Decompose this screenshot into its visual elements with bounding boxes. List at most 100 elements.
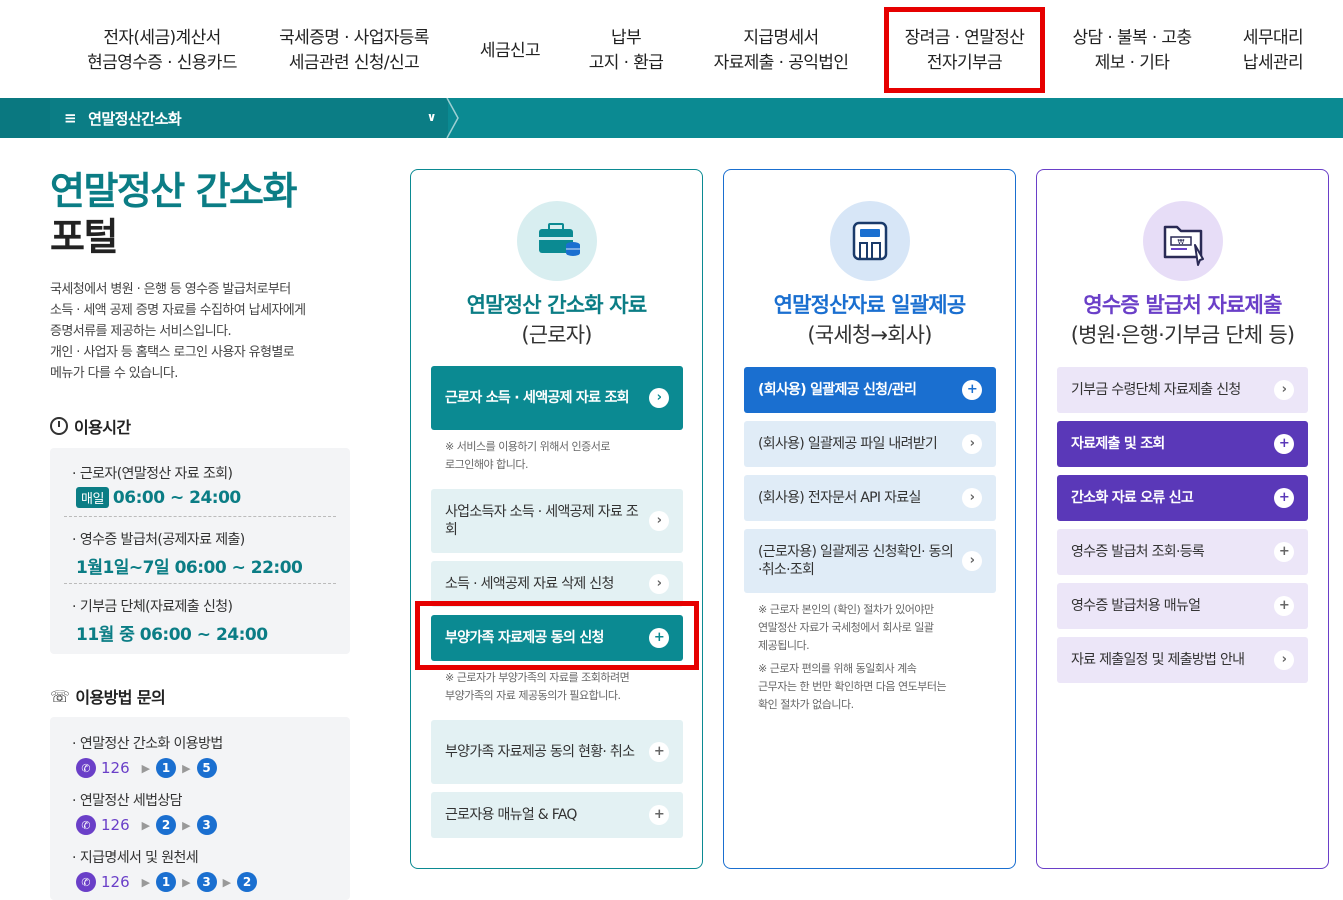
button-label: 소득 · 세액공제 자료 삭제 신청	[445, 576, 614, 592]
hours-value: 1월1일~7일 06:00 ~ 22:00	[76, 558, 303, 578]
menu-dropdown-label: 연말정산간소화	[88, 109, 182, 128]
card-title-text: 연말정산 간소화 자료	[466, 293, 648, 317]
telephone-icon: ☏	[50, 686, 70, 706]
dependent-consent-status-button[interactable]: 부양가족 자료제공 동의 현황· 취소 +	[431, 720, 683, 784]
button-label: 사업소득자 소득 · 세액공제 자료 조회	[445, 504, 639, 538]
card-note: ※ 근로자가 부양가족의 자료를 조회하려면 부양가족의 자료 제공동의가 필요…	[445, 669, 685, 705]
chevron-right-icon: ›	[1274, 380, 1294, 400]
company-api-library-button[interactable]: (회사용) 전자문서 API 자료실 ›	[744, 475, 996, 521]
chevron-right-icon: ›	[962, 551, 982, 571]
arrow-right-icon: ▶	[182, 875, 191, 889]
nav-label: 세무대리	[1242, 28, 1304, 48]
note-line: ※ 근로자 본인의 (확인) 절차가 있어야만	[758, 603, 934, 616]
nav-certificates[interactable]: 국세증명 · 사업자등록 세금관련 신청/신고	[264, 26, 444, 76]
arrow-right-icon: ▶	[222, 875, 232, 889]
note-line: ※ 근로자가 부양가족의 자료를 조회하려면	[445, 671, 630, 684]
button-label: 근로자용 매뉴얼 & FAQ	[445, 807, 577, 823]
plus-icon: +	[962, 380, 982, 400]
nav-label: 세금신고	[479, 41, 541, 61]
employee-manual-faq-button[interactable]: 근로자용 매뉴얼 & FAQ +	[431, 792, 683, 838]
note-line: 근무자는 한 번만 확인하면 다음 연도부터는	[758, 680, 947, 693]
nav-e-invoice[interactable]: 전자(세금)계산서 현금영수증 · 신용카드	[72, 26, 252, 76]
issuer-lookup-register-button[interactable]: 영수증 발급처 조회·등록 +	[1057, 529, 1308, 575]
button-label: (근로자용) 일괄제공 신청확인· 동의·취소·조회	[758, 544, 954, 578]
business-income-lookup-button[interactable]: 사업소득자 소득 · 세액공제 자료 조회 ›	[431, 489, 683, 553]
note-line: 로그인해야 합니다.	[445, 458, 528, 471]
nav-label: 현금영수증 · 신용카드	[87, 53, 237, 73]
company-bulk-request-button[interactable]: (회사용) 일괄제공 신청/관리 +	[744, 367, 996, 413]
hamburger-icon: ≡	[64, 109, 77, 127]
card-title: 영수증 발급처 자료제출 (병원·은행·기부금 단체 등)	[1037, 290, 1328, 350]
nav-tax-agent[interactable]: 세무대리 납세관리	[1226, 26, 1320, 76]
chevron-right-icon: ›	[649, 511, 669, 531]
menu-bar-home-slot	[0, 98, 50, 138]
company-bulk-download-button[interactable]: (회사용) 일괄제공 파일 내려받기 ›	[744, 421, 996, 467]
card-receipt-issuer: ₩ 영수증 발급처 자료제출 (병원·은행·기부금 단체 등) 기부금 수령단체…	[1036, 169, 1329, 869]
phone-number: 126	[101, 873, 130, 891]
chevron-right-icon: ›	[649, 388, 669, 408]
card-subtitle: (근로자)	[521, 323, 592, 347]
nav-label: 제보 · 기타	[1094, 53, 1170, 73]
breadcrumb-separator-icon	[446, 98, 459, 138]
description-line: 증명서류를 제공하는 서비스입니다.	[50, 324, 232, 339]
employee-deduction-lookup-button[interactable]: 근로자 소득 · 세액공제 자료 조회 ›	[431, 366, 683, 430]
top-navigation: 전자(세금)계산서 현금영수증 · 신용카드 국세증명 · 사업자등록 세금관련…	[0, 0, 1343, 98]
chevron-right-icon: ›	[962, 434, 982, 454]
hours-value: 06:00 ~ 24:00	[112, 488, 241, 508]
chevron-right-icon: ›	[962, 488, 982, 508]
note-line: 연말정산 자료가 국세청에서 회사로 일괄	[758, 621, 934, 634]
button-highlight-box	[415, 601, 699, 670]
arrow-right-icon: ▶	[182, 818, 191, 832]
phone-number: 126	[101, 816, 130, 834]
phone-icon: ✆	[76, 872, 96, 892]
submission-schedule-button[interactable]: 자료 제출일정 및 제출방법 안내 ›	[1057, 637, 1308, 683]
card-note: ※ 서비스를 이용하기 위해서 인증서로 로그인해야 합니다.	[445, 438, 685, 474]
button-label: 근로자 소득 · 세액공제 자료 조회	[445, 390, 630, 406]
plus-icon: +	[649, 805, 669, 825]
plus-icon: +	[649, 742, 669, 762]
card-title: 연말정산 간소화 자료 (근로자)	[411, 290, 702, 350]
button-label: 영수증 발급처 조회·등록	[1071, 544, 1205, 560]
inquiry-row: 지급명세서 및 원천세 ✆ 126 ▶ 1 ▶ 3 ▶ 2	[50, 835, 350, 892]
portal-description: 국세청에서 병원 · 은행 등 영수증 발급처로부터 소득 · 세액 공제 증명…	[50, 279, 350, 384]
phone-sequence: ✆ 126 ▶ 2 ▶ 3	[76, 815, 328, 835]
nav-payment[interactable]: 납부 고지 · 환급	[576, 26, 676, 76]
button-label: 간소화 자료 오류 신고	[1071, 490, 1194, 506]
card-subtitle: (병원·은행·기부금 단체 등)	[1070, 323, 1295, 347]
data-error-report-button[interactable]: 간소화 자료 오류 신고 +	[1057, 475, 1308, 521]
chevron-right-icon: ›	[649, 574, 669, 594]
phone-icon: ✆	[76, 758, 96, 778]
inquiry-row-label: 연말정산 세법상담	[72, 790, 328, 810]
employee-bulk-confirm-button[interactable]: (근로자용) 일괄제공 신청확인· 동의·취소·조회 ›	[744, 529, 996, 593]
phone-sequence: ✆ 126 ▶ 1 ▶ 3 ▶ 2	[76, 872, 328, 892]
nav-label: 세금관련 신청/신고	[288, 53, 420, 73]
inquiry-heading-label: 이용방법 문의	[75, 688, 166, 707]
issuer-manual-button[interactable]: 영수증 발급처용 매뉴얼 +	[1057, 583, 1308, 629]
inquiry-row: 연말정산 세법상담 ✆ 126 ▶ 2 ▶ 3	[50, 778, 350, 835]
note-line: ※ 서비스를 이용하기 위해서 인증서로	[445, 440, 611, 453]
card-note: ※ 근로자 본인의 (확인) 절차가 있어야만 연말정산 자료가 국세청에서 회…	[758, 601, 998, 655]
nav-tax-filing[interactable]: 세금신고	[462, 39, 558, 64]
nav-label: 자료제출 · 공익법인	[713, 53, 849, 73]
button-label: 영수증 발급처용 매뉴얼	[1071, 598, 1201, 614]
nav-consultation[interactable]: 상담 · 불복 · 고충 제보 · 기타	[1058, 26, 1206, 76]
card-subtitle: (국세청→회사)	[807, 323, 932, 347]
menu-bar: ≡ 연말정산간소화 ∨	[0, 98, 1343, 138]
phone-icon: ✆	[76, 815, 96, 835]
hours-row: 영수증 발급처(공제자료 제출) 1월1일~7일 06:00 ~ 22:00	[50, 517, 350, 583]
svg-text:₩: ₩	[1178, 238, 1185, 246]
page-title: 연말정산 간소화 포털	[50, 168, 297, 260]
donation-org-request-button[interactable]: 기부금 수령단체 자료제출 신청 ›	[1057, 367, 1308, 413]
plus-icon: +	[1274, 434, 1294, 454]
hours-heading-label: 이용시간	[74, 418, 131, 437]
button-label: (회사용) 일괄제공 파일 내려받기	[758, 436, 938, 452]
data-submit-lookup-button[interactable]: 자료제출 및 조회 +	[1057, 421, 1308, 467]
chevron-right-icon: ›	[1274, 650, 1294, 670]
inquiry-row-label: 지급명세서 및 원천세	[72, 847, 328, 867]
nav-payment-statement[interactable]: 지급명세서 자료제출 · 공익법인	[695, 26, 867, 76]
folder-cursor-icon: ₩	[1143, 201, 1223, 281]
nav-label: 고지 · 환급	[588, 53, 664, 73]
menu-number: 2	[237, 872, 258, 892]
card-employee-data: 연말정산 간소화 자료 (근로자) 근로자 소득 · 세액공제 자료 조회 › …	[410, 169, 703, 869]
menu-dropdown[interactable]: ≡ 연말정산간소화 ∨	[50, 98, 448, 138]
